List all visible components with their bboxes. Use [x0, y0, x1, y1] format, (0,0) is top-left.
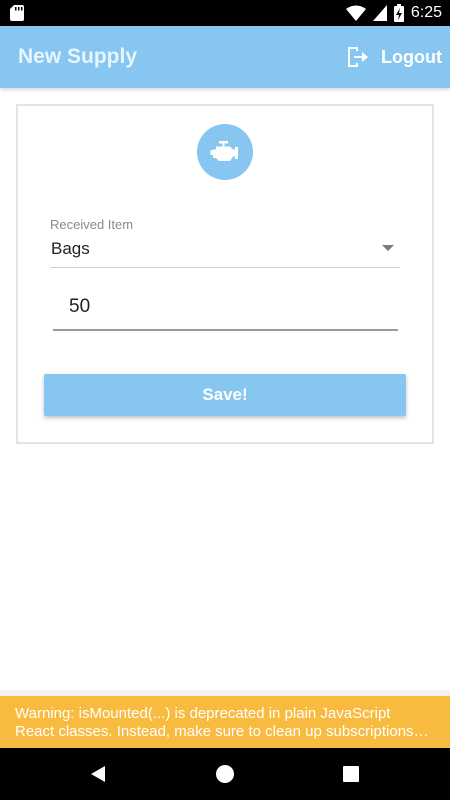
quantity-value: 50 [69, 296, 91, 317]
wifi-icon [345, 5, 366, 21]
status-bar: 6:25 [0, 0, 450, 26]
cellular-signal-icon [372, 5, 387, 21]
recents-button[interactable] [340, 763, 362, 785]
back-button[interactable] [87, 763, 109, 785]
logout-button[interactable]: Logout [345, 42, 442, 72]
app-bar: New Supply Logout [0, 26, 450, 88]
received-item-value: Bags [51, 239, 90, 258]
sd-card-icon [10, 5, 24, 21]
warning-banner[interactable]: Warning: isMounted(...) is deprecated in… [0, 696, 450, 748]
warning-line-1: Warning: isMounted(...) is deprecated in… [15, 705, 391, 722]
logout-label: Logout [381, 46, 442, 67]
dropdown-arrow-icon [382, 245, 394, 251]
home-button[interactable] [214, 763, 236, 785]
engine-icon [210, 141, 238, 161]
battery-charging-icon [393, 4, 404, 22]
quantity-input[interactable]: 50 [53, 289, 398, 331]
navigation-bar [0, 748, 450, 800]
status-time: 6:25 [410, 4, 442, 21]
recents-icon [343, 766, 359, 782]
engine-badge [197, 124, 253, 180]
warning-line-2: React classes. Instead, make sure to cle… [15, 723, 429, 740]
received-item-select[interactable]: Bags [50, 234, 400, 268]
screen: 6:25 New Supply Logout Received Item Bag… [0, 0, 450, 800]
save-label: Save! [202, 385, 248, 404]
page-title: New Supply [18, 45, 138, 68]
supply-form-card: Received Item Bags 50 Save! [16, 104, 434, 444]
logout-icon [348, 47, 369, 67]
back-icon [91, 766, 105, 782]
save-button[interactable]: Save! [44, 374, 406, 416]
received-item-label: Received Item [50, 217, 134, 232]
home-icon [216, 765, 234, 783]
